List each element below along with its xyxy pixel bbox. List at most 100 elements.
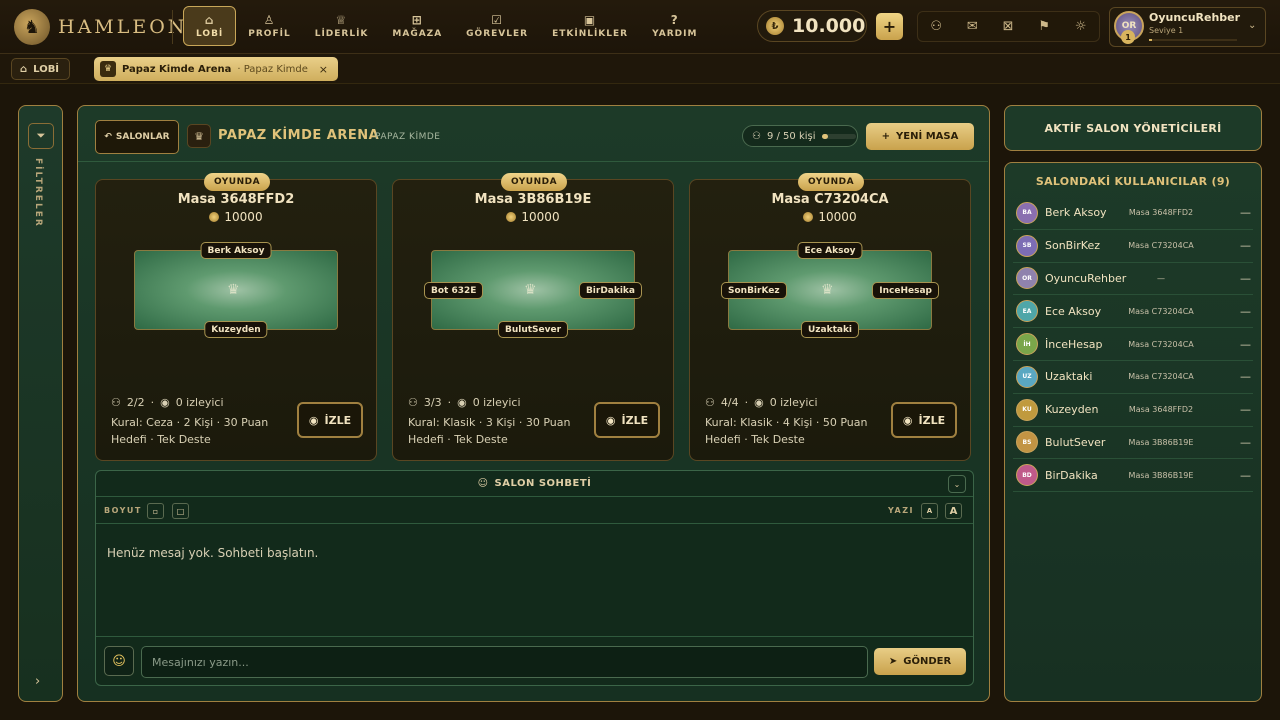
nav-item-4[interactable]: ☑ GÖREVLER — [454, 6, 540, 46]
user-row[interactable]: BS BulutSever Masa 3B86B19E — — [1013, 427, 1253, 460]
seat-left: Bot 632E — [424, 282, 484, 299]
user-name: OyuncuRehber — [1045, 271, 1127, 285]
chat-empty-message: Henüz mesaj yok. Sohbeti başlatın. — [107, 546, 319, 560]
send-button[interactable]: ➤ GÖNDER — [874, 648, 966, 675]
clipboard-icon: ☑ — [491, 12, 503, 27]
user-row[interactable]: OR OyuncuRehber — — — [1013, 263, 1253, 296]
watch-button[interactable]: ◉ İZLE — [297, 402, 363, 438]
user-row[interactable]: BA Berk Aksoy Masa 3648FFD2 — — [1013, 197, 1253, 230]
arena-panel: ↶ SALONLAR ♛ PAPAZ KİMDE ARENA PAPAZ KİM… — [77, 105, 990, 702]
user-row[interactable]: EA Ece Aksoy Masa C73204CA — — [1013, 295, 1253, 329]
user-row[interactable]: KU Kuzeyden Masa 3648FFD2 — — [1013, 394, 1253, 427]
back-label: SALONLAR — [115, 132, 170, 142]
user-row[interactable]: BD BirDakika Masa 3B86B19E — — [1013, 459, 1253, 493]
back-arrow-icon: ↶ — [104, 132, 112, 142]
nav-label: LİDERLİK — [314, 28, 369, 39]
nav-label: MAĞAZA — [392, 28, 443, 39]
users-title: SALONDAKİ KULLANICILAR (9) — [1035, 175, 1231, 188]
table-felt: ♛ Ece Aksoy Uzaktaki SonBirKez InceHesap — [721, 242, 939, 338]
emoji-button[interactable]: ☺ — [104, 646, 134, 676]
hall-chat: ☺ SALON SOHBETİ ⌄ BOYUT ▫ □ YAZI A A Hen… — [95, 470, 974, 686]
chevron-down-icon: ⌄ — [1248, 20, 1257, 31]
xp-progress-bar — [1149, 39, 1237, 41]
expand-filters-icon[interactable]: › — [35, 674, 40, 689]
status-badge: OYUNDA — [501, 173, 567, 191]
nav-item-2[interactable]: ♕ LİDERLİK — [303, 6, 381, 46]
user-row[interactable]: SB SonBirKez Masa C73204CA — — [1013, 230, 1253, 263]
close-tab-icon[interactable]: × — [319, 63, 328, 76]
font-large-button[interactable]: A — [945, 503, 962, 519]
top-bar: ♞ HAMLEON ⌂ LOBİ ♙ PROFİL ♕ LİDERLİK ⊞ MAĞAZA ☑ G… — [0, 0, 1280, 54]
arena-header: ↶ SALONLAR ♛ PAPAZ KİMDE ARENA PAPAZ KİM… — [78, 106, 988, 162]
user-avatar: SB — [1016, 234, 1038, 257]
seat-right: InceHesap — [872, 282, 939, 299]
watch-label: İZLE — [324, 413, 352, 427]
table-felt: ♛ Berk Aksoy Kuzeyden — [134, 242, 338, 338]
user-avatar: EA — [1016, 300, 1038, 323]
nav-item-1[interactable]: ♙ PROFİL — [236, 6, 302, 46]
crown-icon: ♛ — [100, 61, 116, 77]
home-icon: ⌂ — [204, 12, 215, 27]
seat-bottom: Uzaktaki — [800, 321, 860, 338]
nav-item-6[interactable]: ? YARDIM — [640, 6, 709, 46]
nav-item-0[interactable]: ⌂ LOBİ — [183, 6, 237, 46]
chat-header: ☺ SALON SOHBETİ — [96, 471, 973, 497]
nav-item-3[interactable]: ⊞ MAĞAZA — [380, 6, 454, 46]
brand-name: HAMLEON — [58, 16, 188, 38]
new-table-button[interactable]: + YENİ MASA — [866, 123, 974, 150]
user-avatar: OR — [1016, 267, 1038, 290]
table-stake: 10000 — [393, 210, 673, 224]
user-avatar: BS — [1016, 431, 1038, 454]
level-badge: 1 — [1121, 30, 1135, 44]
capacity-bar — [821, 133, 856, 139]
brand-logo[interactable]: ♞ HAMLEON — [14, 9, 187, 45]
players-icon: ⚇ — [111, 396, 121, 409]
filter-icon[interactable]: ⏷ — [28, 123, 54, 149]
theme-icon[interactable]: ☼ — [1075, 19, 1087, 34]
chat-message-input[interactable] — [141, 646, 868, 678]
gift-box-icon[interactable]: ⊠ — [1003, 19, 1014, 34]
watch-button[interactable]: ◉ İZLE — [594, 402, 660, 438]
mail-icon[interactable]: ✉ — [967, 19, 978, 34]
user-row[interactable]: İH İnceHesap Masa C73204CA — — [1013, 328, 1253, 361]
eye-icon: ◉ — [457, 396, 467, 409]
capacity-indicator: ⚇ 9 / 50 kişi — [742, 125, 858, 147]
table-name: Masa 3B86B19E — [474, 192, 592, 207]
tab-arena[interactable]: ♛ Papaz Kimde Arena · Papaz Kimde × — [94, 57, 338, 81]
user-table: Masa 3B86B19E — [1128, 470, 1194, 480]
trophy-icon: ♕ — [335, 12, 348, 27]
watch-button[interactable]: ◉ İZLE — [891, 402, 957, 438]
watch-label: İZLE — [621, 413, 649, 427]
table-stats: ⚇ 2/2 · ◉ 0 izleyici — [111, 396, 224, 409]
profile-level: Seviye 1 — [1149, 26, 1184, 35]
table-stake: 10000 — [96, 210, 376, 224]
user-table: Masa C73204CA — [1128, 241, 1194, 251]
font-small-button[interactable]: A — [921, 503, 938, 519]
user-row[interactable]: UZ Uzaktaki Masa C73204CA — — [1013, 361, 1253, 394]
table-rules: Kural: Klasik · 3 Kişi · 30 Puan Hedefi … — [408, 416, 571, 446]
back-to-halls-button[interactable]: ↶ SALONLAR — [95, 120, 179, 154]
font-label: YAZI — [888, 506, 914, 515]
table-card: OYUNDA Masa 3B86B19E 10000 ♛ BulutSever B… — [392, 173, 674, 461]
chat-title: SALON SOHBETİ — [494, 478, 592, 489]
hall-users-panel: SALONDAKİ KULLANICILAR (9) BA Berk Aksoy… — [1004, 162, 1262, 702]
breadcrumb-lobby[interactable]: ⌂ LOBİ — [11, 58, 71, 80]
collapse-chat-icon[interactable]: ⌄ — [948, 475, 966, 493]
table-rules: Kural: Klasik · 4 Kişi · 50 Puan Hedefi … — [705, 416, 868, 446]
profile-menu[interactable]: OR 1 OyuncuRehber Seviye 1 ⌄ — [1109, 7, 1266, 47]
capacity-text: 9 / 50 kişi — [766, 130, 816, 142]
coin-icon — [209, 212, 220, 222]
table-name: Masa 3648FFD2 — [177, 192, 295, 207]
flag-icon[interactable]: ⚑ — [1038, 19, 1050, 34]
admins-title: AKTİF SALON YÖNETİCİLERİ — [1044, 121, 1222, 135]
size-large-button[interactable]: □ — [172, 503, 189, 519]
friends-icon[interactable]: ⚇ — [930, 19, 942, 34]
user-avatar: BD — [1016, 464, 1038, 487]
size-small-button[interactable]: ▫ — [147, 503, 164, 519]
add-coins-button[interactable]: + — [876, 13, 903, 40]
user-status: — — [1240, 206, 1251, 220]
nav-label: YARDIM — [652, 28, 698, 39]
chat-smile-icon: ☺ — [477, 478, 489, 489]
nav-item-5[interactable]: ▣ ETKİNLİKLER — [540, 6, 640, 46]
user-table: Masa C73204CA — [1128, 339, 1194, 349]
